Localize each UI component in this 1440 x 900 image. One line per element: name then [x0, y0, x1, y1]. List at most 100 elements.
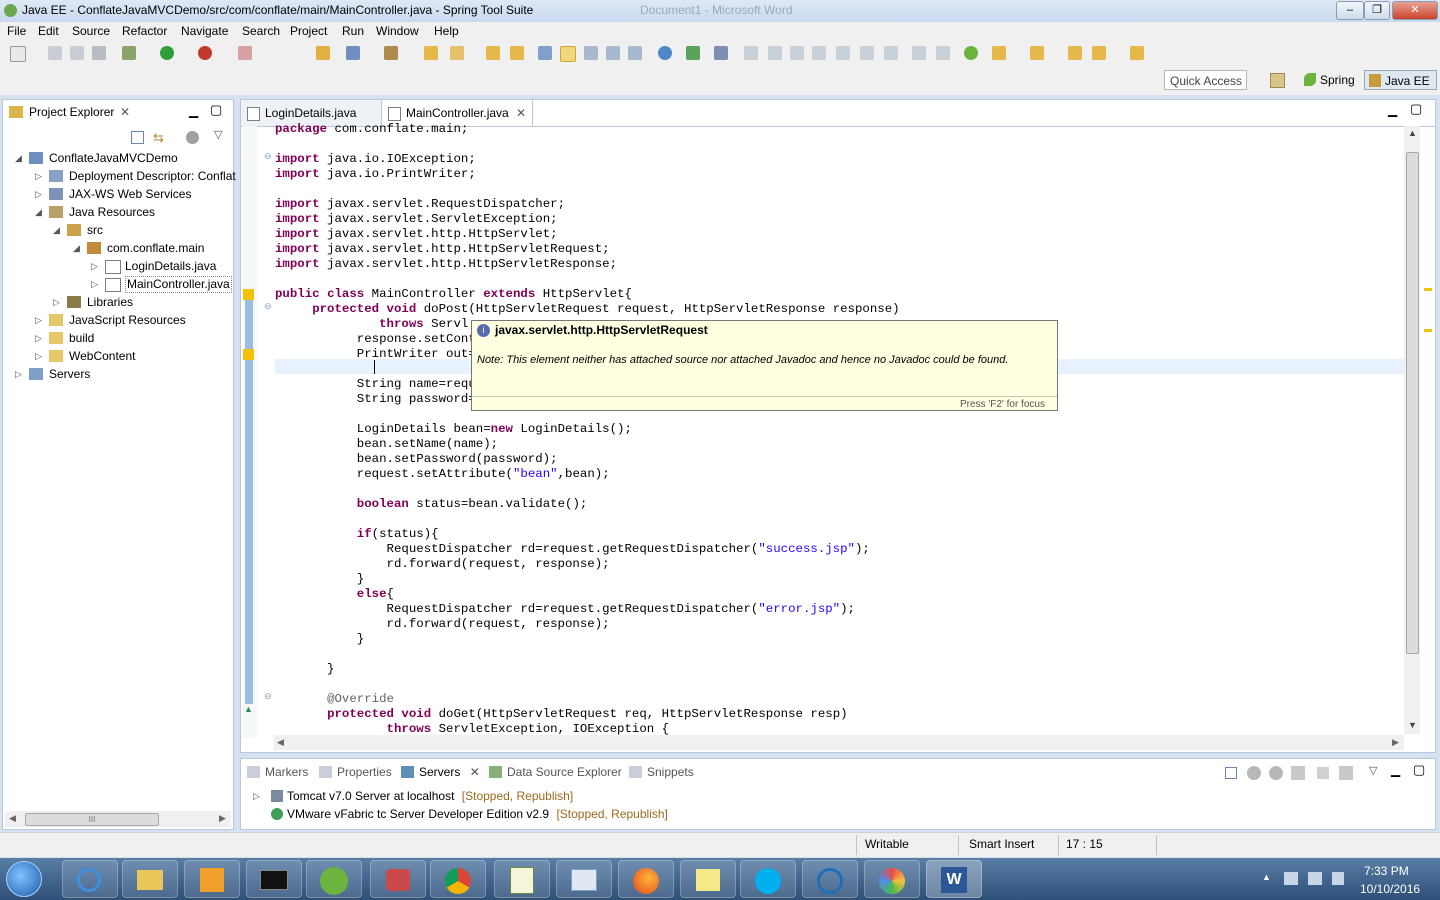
scroll-thumb[interactable] [1406, 152, 1419, 654]
filter-icon[interactable] [186, 131, 199, 144]
link-icon[interactable] [538, 46, 552, 60]
profile-server-icon[interactable] [1291, 766, 1305, 780]
next-annotation-icon[interactable] [992, 46, 1006, 60]
collapsed-arrow-icon[interactable]: ▷ [15, 365, 22, 383]
collapsed-arrow-icon[interactable]: ▷ [35, 329, 42, 347]
search-icon[interactable] [450, 46, 464, 60]
start-server-icon[interactable] [1269, 766, 1283, 780]
block-icon[interactable] [606, 46, 620, 60]
explorer-hscrollbar[interactable]: ◀ III ▶ [5, 811, 231, 827]
menu-project[interactable]: Project [290, 24, 327, 38]
tab-data-source-explorer[interactable]: Data Source Explorer [489, 763, 622, 781]
print-icon[interactable] [92, 46, 106, 60]
taskbar-skype-icon[interactable] [740, 860, 796, 898]
disconnect-icon[interactable] [812, 46, 826, 60]
clock-date[interactable]: 10/10/2016 [1360, 882, 1420, 896]
fold-icon[interactable]: ⊖ [264, 301, 272, 312]
fold-icon[interactable]: ⊖ [264, 151, 272, 162]
collapse-all-icon[interactable] [131, 131, 144, 144]
expanded-arrow-icon[interactable]: ◢ [73, 239, 80, 257]
run-external-icon[interactable] [198, 46, 212, 60]
show-hidden-icons-icon[interactable]: ▲ [1262, 872, 1271, 882]
maximize-editor-icon[interactable]: ▢ [1410, 101, 1422, 117]
volume-icon[interactable] [1332, 872, 1344, 885]
highlight-icon[interactable] [560, 46, 576, 62]
taskbar-paint-icon[interactable] [864, 860, 920, 898]
scroll-right-icon[interactable]: ▶ [219, 813, 226, 824]
network-icon[interactable] [1308, 872, 1322, 885]
scroll-up-icon[interactable]: ▲ [1408, 128, 1417, 138]
warning-marker[interactable] [1424, 288, 1432, 291]
minimize-button[interactable]: – [1336, 1, 1364, 20]
taskbar-cmd-icon[interactable] [246, 860, 302, 898]
minimize-view-icon[interactable]: ▁ [189, 104, 198, 118]
last-edit-icon[interactable] [1068, 46, 1082, 60]
open-type-icon[interactable] [424, 46, 438, 60]
menu-help[interactable]: Help [434, 24, 459, 38]
open-resource-icon[interactable] [510, 46, 524, 60]
open-folder-icon[interactable] [486, 46, 500, 60]
taskbar-sts-icon[interactable] [306, 860, 362, 898]
menu-edit[interactable]: Edit [38, 24, 59, 38]
tab-project-explorer[interactable]: Project Explorer ✕ [7, 100, 137, 124]
collapsed-arrow-icon[interactable]: ▷ [253, 787, 260, 805]
maximize-button[interactable]: ❐ [1364, 1, 1390, 20]
close-icon[interactable]: ✕ [120, 100, 130, 124]
collapsed-arrow-icon[interactable]: ▷ [53, 293, 60, 311]
expanded-arrow-icon[interactable]: ◢ [15, 149, 22, 167]
warning-marker[interactable] [1424, 329, 1432, 332]
format-icon[interactable] [584, 46, 598, 60]
open-perspective-icon[interactable] [1270, 73, 1285, 88]
refresh-icon[interactable] [686, 46, 700, 60]
menu-navigate[interactable]: Navigate [181, 24, 228, 38]
taskbar-stickynotes-icon[interactable] [680, 860, 736, 898]
debug-icon[interactable] [122, 46, 136, 60]
step-over-icon[interactable] [860, 46, 874, 60]
publish-icon[interactable] [1339, 766, 1353, 780]
collapsed-arrow-icon[interactable]: ▷ [35, 311, 42, 329]
editor-hscrollbar[interactable]: ◀ ▶ [274, 735, 1404, 750]
tab-snippets[interactable]: Snippets [629, 763, 694, 781]
taskbar-media-icon[interactable] [556, 860, 612, 898]
taskbar-app-icon[interactable] [802, 860, 858, 898]
back-icon[interactable] [1092, 46, 1106, 60]
menu-file[interactable]: File [7, 24, 26, 38]
stop-server-icon[interactable] [1317, 767, 1329, 779]
taskbar-chrome-icon[interactable] [430, 860, 486, 898]
run-icon[interactable] [160, 46, 174, 60]
menu-window[interactable]: Window [376, 24, 419, 38]
server-row[interactable]: ▷ Tomcat v7.0 Server at localhost [Stopp… [253, 787, 573, 805]
collapsed-arrow-icon[interactable]: ▷ [91, 275, 98, 293]
globe-icon[interactable] [658, 46, 672, 60]
menu-run[interactable]: Run [342, 24, 364, 38]
suspend-icon[interactable] [768, 46, 782, 60]
paragraph-icon[interactable] [628, 46, 642, 60]
collapsed-arrow-icon[interactable]: ▷ [35, 185, 42, 203]
taskbar-word-icon[interactable]: W [926, 860, 982, 898]
close-icon[interactable]: ✕ [516, 100, 526, 126]
view-menu-icon[interactable]: ▽ [1369, 764, 1377, 777]
toggle-icon[interactable] [912, 46, 926, 60]
tab-servers[interactable]: Servers ✕ [401, 763, 480, 781]
taskbar-notepad-icon[interactable] [494, 860, 550, 898]
tab-properties[interactable]: Properties [319, 763, 392, 781]
javadoc-hover[interactable]: i javax.servlet.http.HttpServletRequest … [471, 320, 1058, 411]
taskbar-outlook-icon[interactable] [184, 860, 240, 898]
minimize-view-icon[interactable]: ▁ [1391, 763, 1400, 777]
terminate-icon[interactable] [790, 46, 804, 60]
scroll-thumb[interactable]: III [25, 813, 159, 826]
scroll-left-icon[interactable]: ◀ [9, 813, 16, 824]
tab-markers[interactable]: Markers [247, 763, 308, 781]
forward-icon[interactable] [1130, 46, 1144, 60]
scroll-left-icon[interactable]: ◀ [277, 737, 284, 748]
debug-server-icon[interactable] [1247, 766, 1261, 780]
server-row[interactable]: VMware vFabric tc Server Developer Editi… [253, 805, 668, 823]
editor-vscrollbar[interactable]: ▲ ▼ [1404, 126, 1420, 734]
scroll-down-icon[interactable]: ▼ [1408, 720, 1417, 730]
taskbar-snipping-icon[interactable] [370, 860, 426, 898]
view-menu-icon[interactable]: ▽ [214, 128, 222, 141]
spring-icon[interactable] [964, 46, 978, 60]
taskbar-explorer-icon[interactable] [122, 860, 178, 898]
save-icon[interactable] [48, 46, 62, 60]
minimize-editor-icon[interactable]: ▁ [1388, 103, 1397, 117]
